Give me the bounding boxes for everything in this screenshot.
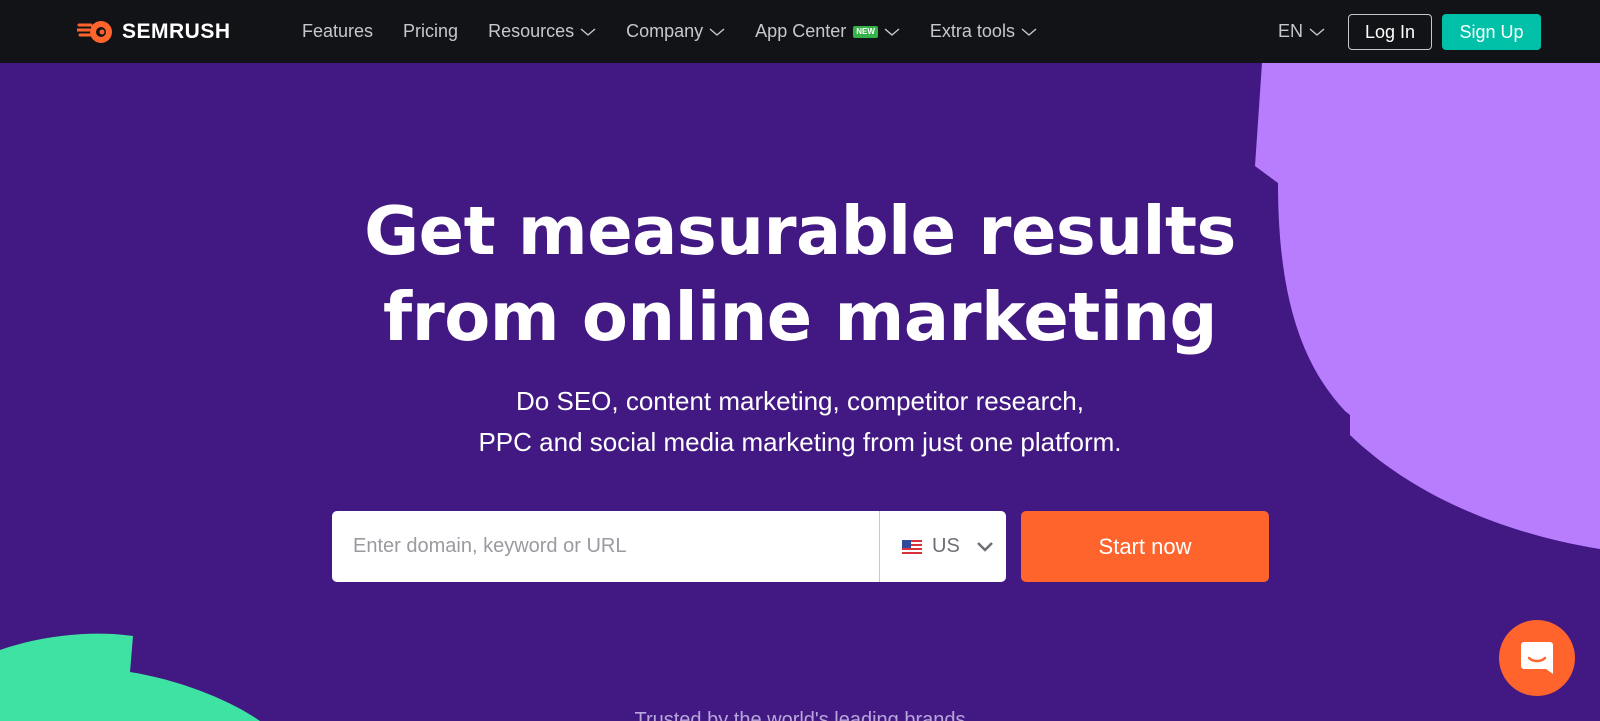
chat-launcher-button[interactable] <box>1499 620 1575 696</box>
top-navigation: SEMRUSH Features Pricing Resources Compa… <box>0 0 1600 63</box>
trusted-by-text: Trusted by the world's leading brands <box>634 709 966 721</box>
chevron-down-icon <box>1309 27 1325 36</box>
chevron-down-icon <box>709 27 725 36</box>
new-badge: NEW <box>853 25 878 38</box>
nav-item-extra-tools[interactable]: Extra tools <box>930 21 1037 42</box>
nav-label: Extra tools <box>929 21 1015 41</box>
hero-subtitle: Do SEO, content marketing, competitor re… <box>300 381 1300 463</box>
semrush-logo[interactable]: SEMRUSH <box>77 17 231 47</box>
nav-label: Resources <box>488 21 575 41</box>
hero-title: Get measurable results from online marke… <box>300 188 1300 360</box>
signup-button[interactable]: Sign Up <box>1442 14 1541 50</box>
chevron-down-icon <box>1021 27 1037 36</box>
login-button[interactable]: Log In <box>1348 14 1432 50</box>
main-nav: Features Pricing Resources Company App C… <box>302 0 1067 63</box>
search-bar: US <box>332 511 1006 582</box>
chat-icon <box>1521 642 1553 674</box>
nav-label: Company <box>626 21 704 41</box>
nav-item-app-center[interactable]: App Center NEW <box>755 21 900 42</box>
hero-title-line-2: from online marketing <box>383 278 1217 356</box>
decorative-purple-shape <box>1255 63 1600 549</box>
us-flag-icon <box>902 539 922 554</box>
nav-item-company[interactable]: Company <box>626 21 725 42</box>
country-label: US <box>932 535 960 557</box>
hero-subtitle-line-2: PPC and social media marketing from just… <box>478 427 1122 457</box>
nav-label: App Center <box>755 21 847 41</box>
chevron-down-icon <box>580 27 596 36</box>
chevron-down-icon <box>884 27 900 36</box>
country-select[interactable]: US <box>879 511 1006 582</box>
start-now-button[interactable]: Start now <box>1021 511 1269 582</box>
hero-title-line-1: Get measurable results <box>364 192 1236 270</box>
decorative-green-shape <box>0 633 260 721</box>
nav-item-pricing[interactable]: Pricing <box>403 21 458 42</box>
chevron-down-icon <box>976 541 993 552</box>
nav-label: Features <box>302 21 374 41</box>
language-selector[interactable]: EN <box>1278 21 1325 42</box>
brand-name: SEMRUSH <box>122 20 231 43</box>
hero-subtitle-line-1: Do SEO, content marketing, competitor re… <box>516 386 1084 416</box>
language-label: EN <box>1278 21 1304 41</box>
domain-search-input[interactable] <box>332 511 879 582</box>
nav-label: Pricing <box>403 21 459 41</box>
semrush-fireball-icon <box>77 21 112 43</box>
nav-item-features[interactable]: Features <box>302 21 373 42</box>
nav-item-resources[interactable]: Resources <box>488 21 596 42</box>
